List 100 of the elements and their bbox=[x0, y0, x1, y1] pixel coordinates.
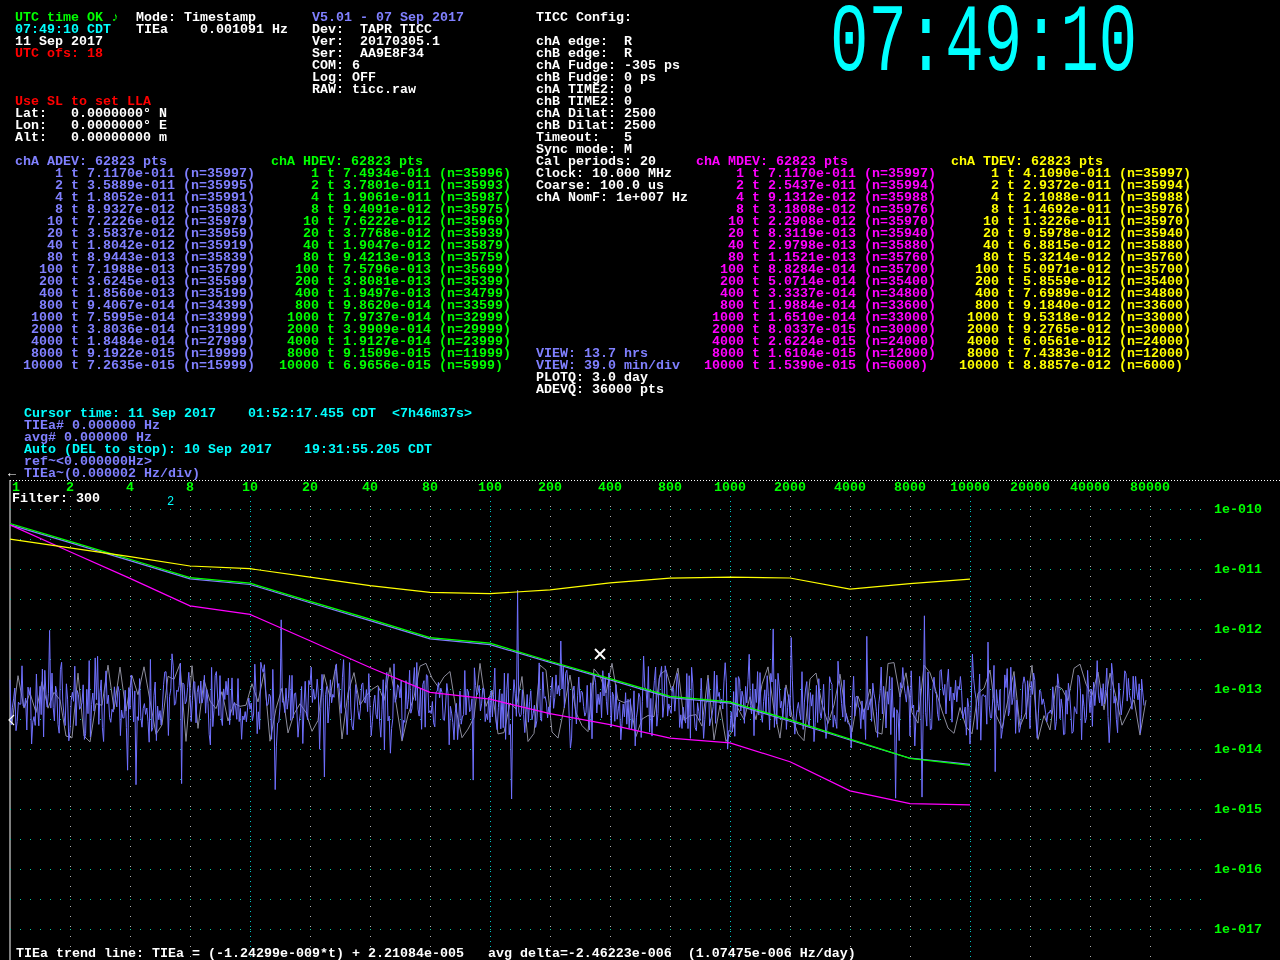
tau-symbol: t bbox=[1007, 180, 1015, 192]
deviation-axis-label: 1e-014 bbox=[1214, 742, 1262, 757]
tau-value: 10 bbox=[728, 216, 744, 228]
sample-count: (n=33600) bbox=[1119, 300, 1191, 312]
config-text: Cal periods: 20 bbox=[536, 156, 656, 168]
tau-symbol: t bbox=[752, 288, 760, 300]
tau-value: 20 bbox=[303, 228, 319, 240]
deviation-value: 3.5889e-011 bbox=[87, 180, 175, 192]
tau-value: 400 bbox=[720, 288, 744, 300]
tau-axis-label: 20 bbox=[302, 480, 318, 495]
sample-count: (n=35760) bbox=[1119, 252, 1191, 264]
deviation-value: 3.7768e-012 bbox=[343, 228, 431, 240]
sample-count: (n=6000) bbox=[864, 360, 928, 372]
tau-value: 20 bbox=[983, 228, 999, 240]
deviation-value: 9.4067e-014 bbox=[87, 300, 175, 312]
sample-count: (n=19999) bbox=[183, 348, 255, 360]
tau-value: 1000 bbox=[712, 312, 744, 324]
deviation-value: 5.0971e-012 bbox=[1023, 264, 1111, 276]
deviation-value: 1.6510e-014 bbox=[768, 312, 856, 324]
tau-axis-label: 80 bbox=[422, 480, 438, 495]
tau-symbol: t bbox=[327, 216, 335, 228]
tau-value: 800 bbox=[720, 300, 744, 312]
tau-symbol: t bbox=[1007, 216, 1015, 228]
tau-value: 1 bbox=[991, 168, 999, 180]
sample-count: (n=24000) bbox=[1119, 336, 1191, 348]
sample-count: (n=35699) bbox=[439, 264, 511, 276]
tau-value: 8000 bbox=[31, 348, 63, 360]
tau-symbol: t bbox=[1007, 228, 1015, 240]
tau-axis-label: 4000 bbox=[834, 480, 866, 495]
tau-symbol: t bbox=[1007, 324, 1015, 336]
tau-symbol: t bbox=[327, 228, 335, 240]
mode-text: TIEa 0.001091 Hz bbox=[136, 24, 288, 36]
tau-symbol: t bbox=[327, 204, 335, 216]
tau-value: 1000 bbox=[31, 312, 63, 324]
tau-symbol: t bbox=[752, 312, 760, 324]
tau-symbol: t bbox=[752, 168, 760, 180]
tau-value: 400 bbox=[295, 288, 319, 300]
tau-symbol: t bbox=[752, 228, 760, 240]
sample-count: (n=27999) bbox=[183, 336, 255, 348]
tau-symbol: t bbox=[327, 264, 335, 276]
sample-count: (n=35599) bbox=[183, 276, 255, 288]
deviation-value: 1.1521e-013 bbox=[768, 252, 856, 264]
tau-symbol: t bbox=[71, 288, 79, 300]
config-text: Clock: 10.000 MHz bbox=[536, 168, 672, 180]
deviation-value: 9.1312e-012 bbox=[768, 192, 856, 204]
tau-value: 200 bbox=[720, 276, 744, 288]
tau-symbol: t bbox=[1007, 336, 1015, 348]
deviation-value: 7.4934e-011 bbox=[343, 168, 431, 180]
tau-symbol: t bbox=[752, 324, 760, 336]
sample-count: (n=33999) bbox=[183, 312, 255, 324]
location-text: Alt: 0.00000000 m bbox=[15, 132, 167, 144]
tau-value: 2 bbox=[55, 180, 63, 192]
cursor-info-text: Auto (DEL to stop): 10 Sep 2017 19:31:55.205 CDT bbox=[24, 444, 432, 456]
tau-value: 100 bbox=[295, 264, 319, 276]
table-title: chA MDEV: 62823 pts bbox=[696, 156, 848, 168]
deviation-value: 7.4383e-012 bbox=[1023, 348, 1111, 360]
deviation-axis-label: 1e-015 bbox=[1214, 802, 1262, 817]
device-info-text: Ver: 20170305.1 bbox=[312, 36, 440, 48]
sample-count: (n=35880) bbox=[864, 240, 936, 252]
deviation-value: 9.1509e-015 bbox=[343, 348, 431, 360]
tau-value: 4000 bbox=[967, 336, 999, 348]
tau-symbol: t bbox=[327, 192, 335, 204]
deviation-value: 1.9497e-013 bbox=[343, 288, 431, 300]
tau-symbol: t bbox=[71, 336, 79, 348]
device-info-text: COM: 6 bbox=[312, 60, 360, 72]
tau-symbol: t bbox=[1007, 312, 1015, 324]
sample-count: (n=35970) bbox=[1119, 216, 1191, 228]
deviation-value: 1.6104e-015 bbox=[768, 348, 856, 360]
deviation-value: 2.1088e-011 bbox=[1023, 192, 1111, 204]
deviation-value: 1.4692e-011 bbox=[1023, 204, 1111, 216]
tau-symbol: t bbox=[752, 264, 760, 276]
sample-count: (n=35993) bbox=[439, 180, 511, 192]
deviation-value: 1.8052e-011 bbox=[87, 192, 175, 204]
tau-value: 2000 bbox=[31, 324, 63, 336]
tau-value: 4000 bbox=[287, 336, 319, 348]
tau-symbol: t bbox=[71, 228, 79, 240]
tau-value: 1000 bbox=[287, 312, 319, 324]
sample-count: (n=32999) bbox=[439, 312, 511, 324]
tau-value: 40 bbox=[728, 240, 744, 252]
sample-count: (n=35959) bbox=[183, 228, 255, 240]
sample-count: (n=33600) bbox=[864, 300, 936, 312]
deviation-value: 5.8559e-012 bbox=[1023, 276, 1111, 288]
deviation-value: 5.0714e-014 bbox=[768, 276, 856, 288]
tau-value: 200 bbox=[295, 276, 319, 288]
tau-symbol: t bbox=[1007, 204, 1015, 216]
tau-value: 80 bbox=[303, 252, 319, 264]
tau-axis-label: 400 bbox=[598, 480, 622, 495]
sample-count: (n=35940) bbox=[1119, 228, 1191, 240]
deviation-axis-label: 1e-010 bbox=[1214, 502, 1262, 517]
tau-axis-label: 8000 bbox=[894, 480, 926, 495]
tau-symbol: t bbox=[1007, 264, 1015, 276]
sample-count: (n=11999) bbox=[439, 348, 511, 360]
config-text: Timeout: 5 bbox=[536, 132, 632, 144]
tau-symbol: t bbox=[71, 276, 79, 288]
tau-symbol: t bbox=[1007, 348, 1015, 360]
sample-count: (n=35997) bbox=[1119, 168, 1191, 180]
tau-symbol: t bbox=[752, 360, 760, 372]
deviation-value: 8.8284e-014 bbox=[768, 264, 856, 276]
tau-symbol: t bbox=[327, 312, 335, 324]
tau-value: 4000 bbox=[712, 336, 744, 348]
